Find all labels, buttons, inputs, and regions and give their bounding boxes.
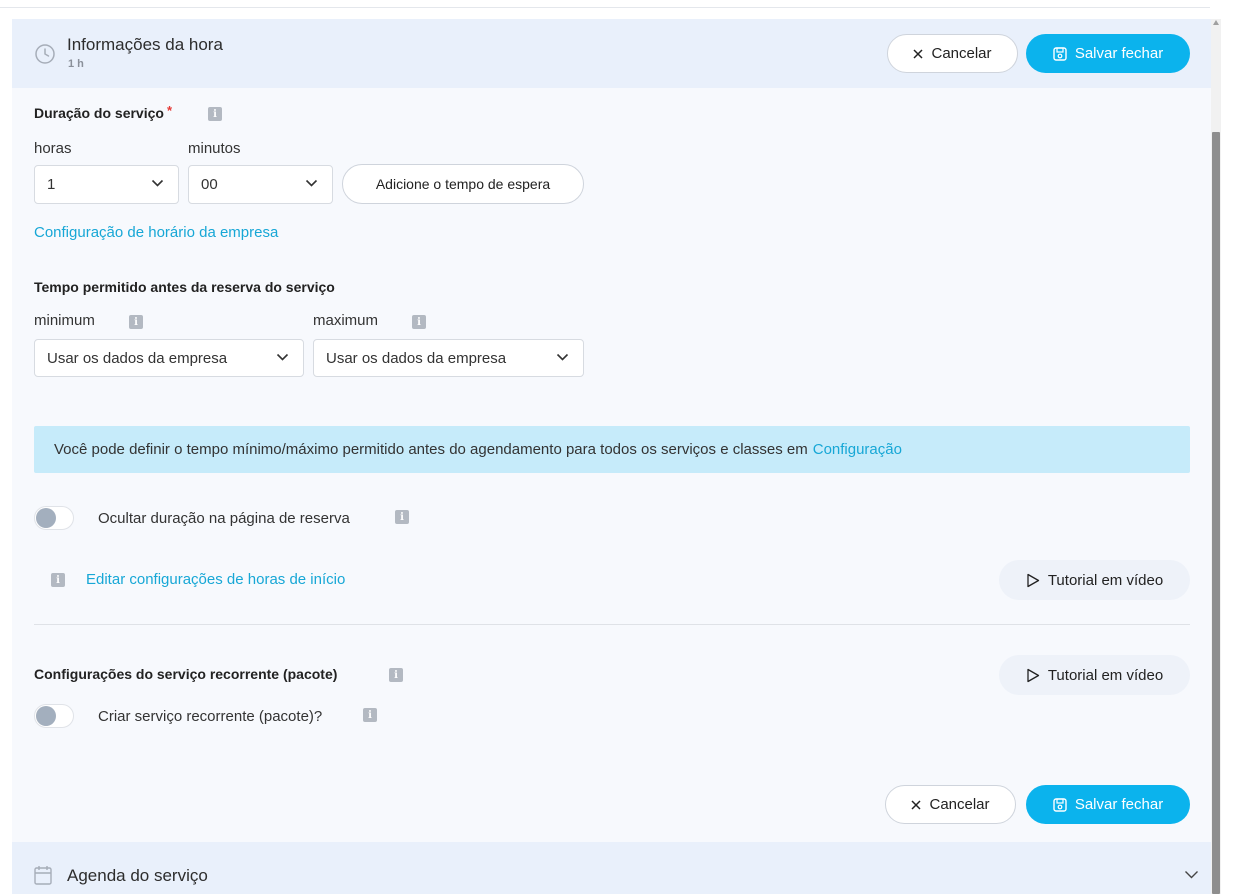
section-divider bbox=[34, 624, 1190, 625]
booking-window-label: Tempo permitido antes da reserva do serv… bbox=[34, 279, 335, 295]
minutes-select-value: 00 bbox=[201, 176, 218, 193]
service-schedule-title: Agenda do serviço bbox=[67, 866, 208, 885]
chevron-down-icon[interactable] bbox=[1184, 870, 1199, 880]
panel-header: Informações da hora 1 h Cancelar Salvar … bbox=[12, 19, 1211, 88]
required-mark: * bbox=[166, 103, 172, 118]
hide-duration-label: Ocultar duração na página de reserva bbox=[98, 510, 350, 527]
minimum-info-icon[interactable]: i bbox=[129, 315, 143, 329]
footer-save-label: Salvar fechar bbox=[1074, 796, 1164, 813]
footer-cancel-label: Cancelar bbox=[929, 796, 990, 813]
footer-save-close-button[interactable]: Salvar fechar bbox=[1026, 785, 1190, 824]
video-tutorial-button[interactable]: Tutorial em vídeo bbox=[999, 560, 1190, 600]
chevron-down-icon bbox=[305, 179, 318, 187]
close-icon bbox=[911, 799, 922, 810]
toggle-knob bbox=[36, 508, 56, 528]
hours-select[interactable]: 1 bbox=[34, 165, 179, 204]
recurring-title: Configurações do serviço recorrente (pac… bbox=[34, 666, 338, 682]
service-schedule-section[interactable]: Agenda do serviço bbox=[12, 842, 1211, 894]
close-icon bbox=[913, 48, 924, 59]
duration-info-icon[interactable]: i bbox=[208, 107, 222, 121]
panel-title: Informações da hora bbox=[67, 35, 223, 54]
header-cancel-button[interactable]: Cancelar bbox=[887, 34, 1018, 73]
video-tutorial-label: Tutorial em vídeo bbox=[1047, 571, 1164, 589]
hide-duration-info-icon[interactable]: i bbox=[395, 510, 409, 524]
company-hours-link[interactable]: Configuração de horário da empresa bbox=[34, 224, 278, 241]
duration-label-text: Duração do serviço bbox=[34, 105, 164, 121]
hide-duration-toggle[interactable] bbox=[34, 506, 74, 530]
save-icon bbox=[1053, 46, 1067, 61]
start-times-info-icon[interactable]: i bbox=[51, 573, 65, 587]
panel-subtitle: 1 h bbox=[68, 58, 84, 70]
recurring-toggle-info-icon[interactable]: i bbox=[363, 708, 377, 722]
minimum-select-value: Usar os dados da empresa bbox=[47, 349, 228, 367]
scroll-up-arrow-icon[interactable] bbox=[1213, 20, 1219, 25]
maximum-label: maximum bbox=[313, 312, 379, 329]
minimum-label: minimum bbox=[34, 312, 95, 329]
alert-text: Você pode definir o tempo mínimo/máximo … bbox=[54, 441, 808, 458]
info-alert: Você pode definir o tempo mínimo/máximo … bbox=[34, 426, 1190, 473]
maximum-select[interactable]: Usar os dados da empresa bbox=[313, 339, 584, 377]
header-cancel-label: Cancelar bbox=[931, 45, 992, 62]
recurring-toggle-label: Criar serviço recorrente (pacote)? bbox=[98, 708, 323, 725]
save-icon bbox=[1053, 797, 1067, 812]
calendar-icon bbox=[34, 866, 52, 885]
top-divider bbox=[0, 7, 1210, 8]
chevron-down-icon bbox=[556, 353, 569, 361]
header-save-label: Salvar fechar bbox=[1074, 45, 1164, 62]
recurring-video-tutorial-label: Tutorial em vídeo bbox=[1047, 666, 1164, 684]
vertical-scrollbar[interactable] bbox=[1211, 19, 1221, 894]
duration-label: Duração do serviço * bbox=[34, 103, 172, 121]
maximum-info-icon[interactable]: i bbox=[412, 315, 426, 329]
chevron-down-icon bbox=[151, 179, 164, 187]
scrollbar-thumb[interactable] bbox=[1212, 132, 1220, 894]
header-save-close-button[interactable]: Salvar fechar bbox=[1026, 34, 1190, 73]
clock-icon bbox=[35, 44, 55, 64]
recurring-info-icon[interactable]: i bbox=[389, 668, 403, 682]
footer-cancel-button[interactable]: Cancelar bbox=[885, 785, 1016, 824]
recurring-video-tutorial-button[interactable]: Tutorial em vídeo bbox=[999, 655, 1190, 695]
minimum-select[interactable]: Usar os dados da empresa bbox=[34, 339, 304, 377]
play-icon bbox=[1027, 573, 1039, 587]
chevron-down-icon bbox=[276, 353, 289, 361]
toggle-knob bbox=[36, 706, 56, 726]
alert-settings-link[interactable]: Configuração bbox=[813, 441, 902, 458]
hours-select-value: 1 bbox=[47, 176, 56, 193]
minutes-label: minutos bbox=[188, 140, 241, 157]
add-wait-time-button[interactable]: Adicione o tempo de espera bbox=[342, 164, 584, 204]
edit-start-times-link[interactable]: Editar configurações de horas de início bbox=[86, 571, 345, 588]
recurring-toggle[interactable] bbox=[34, 704, 74, 728]
minutes-select[interactable]: 00 bbox=[188, 165, 333, 204]
play-icon bbox=[1027, 668, 1039, 682]
hours-label: horas bbox=[34, 140, 72, 157]
maximum-select-value: Usar os dados da empresa bbox=[326, 349, 507, 367]
service-hours-panel: Informações da hora 1 h Cancelar Salvar … bbox=[12, 19, 1211, 894]
